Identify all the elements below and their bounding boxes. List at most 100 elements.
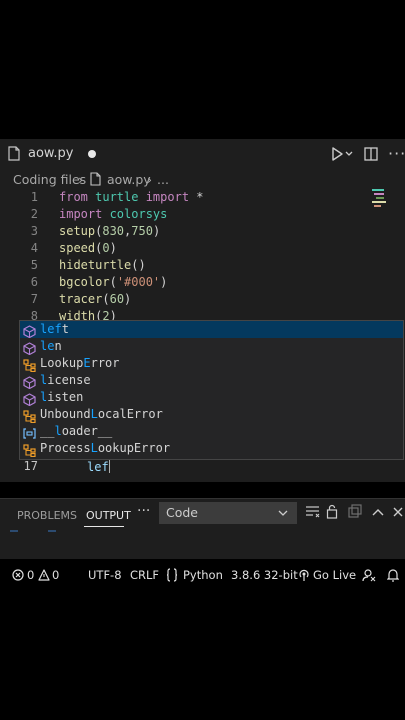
chevron-down-icon[interactable] — [345, 151, 353, 157]
open-in-editor-icon[interactable] — [348, 504, 362, 518]
suggestion-item[interactable]: len — [20, 338, 403, 356]
line-number: 1 — [30, 190, 38, 204]
breadcrumb-separator-icon: › — [147, 172, 152, 187]
text-cursor — [108, 459, 110, 473]
code-line: import colorsys — [59, 207, 167, 221]
code-token: import — [59, 207, 110, 221]
notifications-bell-icon[interactable] — [387, 568, 399, 582]
suggestion-item[interactable]: __loader__ — [20, 423, 403, 440]
active-tab-indicator — [84, 526, 124, 527]
chevron-down-icon — [278, 510, 288, 516]
code-token: tracer — [59, 292, 103, 306]
unsaved-dot-icon[interactable] — [88, 150, 96, 158]
encoding-status[interactable]: UTF-8 — [88, 568, 122, 582]
code-token: ) — [109, 241, 117, 255]
current-line-text: lef — [87, 460, 109, 474]
close-panel-icon[interactable] — [393, 507, 403, 517]
tab-problems[interactable]: PROBLEMS — [17, 509, 77, 522]
breadcrumb-folder[interactable]: Coding files — [13, 172, 86, 187]
output-channel-value: Code — [166, 505, 199, 520]
keyword-icon — [23, 340, 36, 356]
suggestion-label-suffix: rror — [90, 356, 120, 370]
suggestion-item[interactable]: UnboundLocalError — [20, 406, 403, 424]
accounts-feedback-icon[interactable] — [362, 568, 376, 582]
more-actions-icon[interactable]: ··· — [388, 144, 405, 163]
filter-list-icon[interactable] — [305, 505, 321, 519]
suggestion-label-prefix: Lookup — [40, 356, 84, 370]
code-line: tracer(60) — [59, 292, 131, 306]
suggestion-label: UnboundLocalError — [40, 406, 163, 423]
error-icon[interactable] — [12, 569, 24, 581]
code-line: setup(830,750) — [59, 224, 160, 238]
line-number: 17 — [23, 459, 38, 473]
suggestion-label-match: E — [83, 356, 91, 370]
suggestion-label-match: le — [40, 339, 55, 353]
minimap[interactable] — [372, 189, 390, 211]
code-token: () — [131, 258, 146, 272]
suggestion-label-suffix: ookupError — [97, 441, 171, 455]
output-scroll-indicator — [10, 530, 56, 532]
run-icon[interactable] — [331, 147, 343, 161]
tab-output[interactable]: OUTPUT — [86, 509, 131, 522]
tab-title[interactable]: aow.py — [28, 146, 73, 161]
code-token: ( — [109, 275, 117, 289]
interpreter-status[interactable]: 3.8.6 32-bit — [231, 568, 298, 582]
suggestion-label-suffix: oader__ — [61, 424, 113, 438]
suggestion-label-suffix: ocalError — [97, 407, 163, 421]
code-token: '#000' — [116, 275, 161, 289]
suggestion-label: len — [40, 338, 62, 355]
breadcrumb-separator-icon: › — [78, 172, 83, 187]
suggestion-label-suffix: n — [54, 339, 62, 353]
suggestion-label: license — [40, 372, 91, 389]
class-icon — [23, 357, 36, 373]
breadcrumb: Coding files › aow.py › ... — [0, 171, 405, 189]
code-token: hideturtle — [59, 258, 132, 272]
code-line: hideturtle() — [59, 258, 146, 272]
eol-status[interactable]: CRLF — [130, 568, 159, 582]
keyword-icon — [23, 374, 36, 390]
code-token: ) — [124, 292, 132, 306]
breadcrumb-file[interactable]: aow.py — [107, 172, 151, 187]
autocomplete-suggestions[interactable]: left len LookupError license listen UnboundLo… — [19, 320, 404, 460]
split-editor-icon[interactable] — [364, 147, 378, 161]
code-token: speed — [59, 241, 96, 255]
code-token: bgcolor — [59, 275, 110, 289]
code-token: turtle — [95, 190, 146, 204]
current-line: lef — [87, 459, 110, 474]
broadcast-icon[interactable] — [298, 568, 310, 582]
code-token: 830 — [102, 224, 125, 238]
braces-icon[interactable] — [166, 568, 178, 582]
suggestion-item[interactable]: ProcessLookupError — [20, 440, 403, 458]
line-number: 3 — [30, 224, 38, 238]
warning-count[interactable]: 0 — [52, 568, 59, 582]
lock-icon[interactable] — [326, 504, 338, 519]
panel-more-icon[interactable]: ··· — [137, 503, 150, 519]
suggestion-label-match: lef — [40, 322, 62, 336]
code-line: bgcolor('#000') — [59, 275, 167, 289]
suggestion-item[interactable]: left — [20, 321, 403, 339]
suggestion-label-suffix: icense — [47, 373, 91, 387]
suggestion-label-match: l — [54, 424, 62, 438]
error-count[interactable]: 0 — [27, 568, 34, 582]
code-token: ( — [102, 292, 110, 306]
line-number: 6 — [30, 275, 38, 289]
maximize-panel-icon[interactable] — [372, 508, 384, 516]
suggestion-item[interactable]: listen — [20, 389, 403, 407]
go-live-button[interactable]: Go Live — [313, 568, 356, 582]
output-channel-select[interactable]: Code — [159, 502, 297, 524]
class-icon — [23, 442, 36, 458]
code-line: speed(0) — [59, 241, 117, 255]
class-icon — [23, 408, 36, 424]
code-token: import — [145, 190, 197, 204]
code-token: colorsys — [109, 207, 168, 221]
keyword-icon — [23, 323, 36, 339]
suggestion-item[interactable]: LookupError — [20, 355, 403, 373]
suggestion-label-match: L — [90, 441, 98, 455]
warning-icon[interactable] — [38, 569, 50, 581]
suggestion-item[interactable]: license — [20, 372, 403, 390]
line-number: 2 — [30, 207, 38, 221]
code-token: 750 — [131, 224, 153, 238]
language-status[interactable]: Python — [183, 568, 223, 582]
variable-icon — [23, 425, 36, 439]
breadcrumb-more[interactable]: ... — [157, 172, 169, 187]
